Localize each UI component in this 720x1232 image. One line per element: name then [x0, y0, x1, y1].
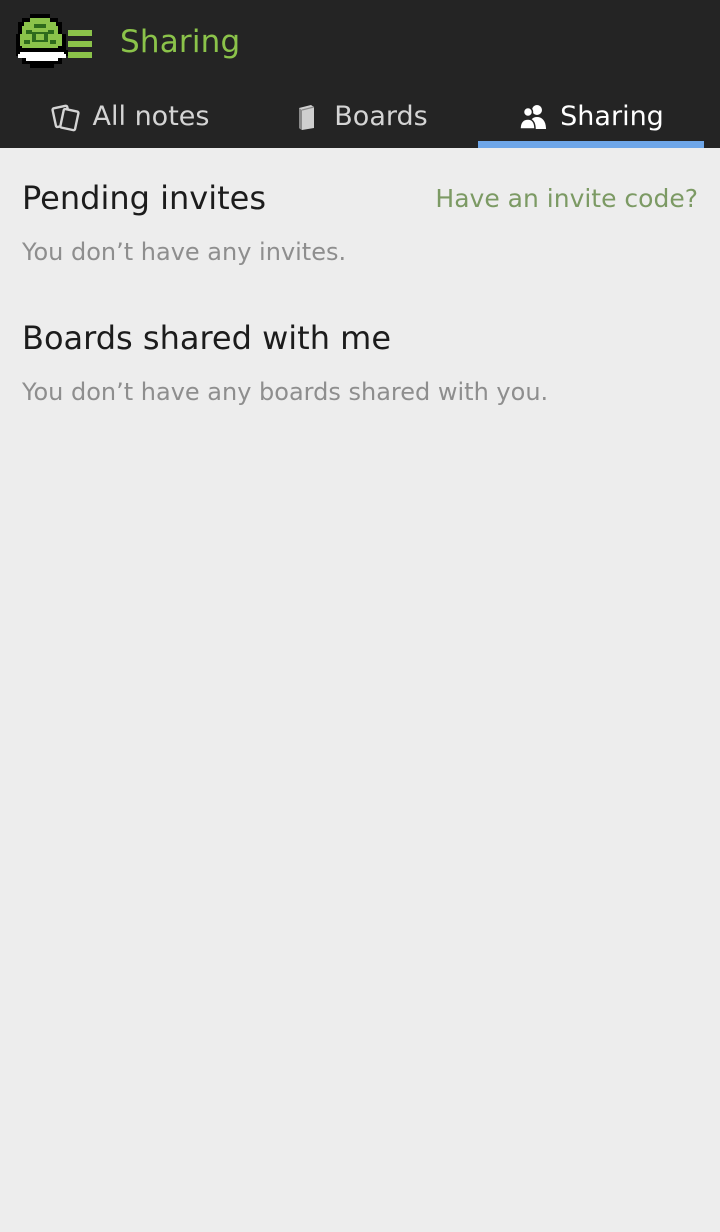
- tab-sharing[interactable]: Sharing: [478, 86, 704, 148]
- tab-all-notes-label: All notes: [92, 101, 210, 132]
- people-icon: [518, 102, 548, 132]
- boards-shared-heading: Boards shared with me: [22, 319, 391, 357]
- tab-boards[interactable]: Boards: [250, 86, 470, 148]
- have-invite-code-link[interactable]: Have an invite code?: [435, 183, 698, 215]
- tab-bar: All notes Boards Sharing: [0, 86, 720, 148]
- turtle-shell-menu-icon[interactable]: [12, 12, 96, 72]
- tab-boards-label: Boards: [334, 101, 428, 132]
- board-icon: [292, 102, 322, 132]
- app-bar: Sharing All notes Boards Sharing: [0, 0, 720, 148]
- app-title: Sharing: [120, 24, 241, 60]
- app-bar-top: Sharing: [0, 0, 720, 86]
- active-tab-indicator: [478, 141, 704, 148]
- tab-all-notes[interactable]: All notes: [20, 86, 240, 148]
- app-root: Sharing All notes Boards Sharing Pending…: [0, 0, 720, 1232]
- tab-sharing-label: Sharing: [560, 101, 664, 132]
- no-invites-message: You don’t have any invites.: [22, 238, 347, 266]
- no-shared-boards-message: You don’t have any boards shared with yo…: [22, 378, 549, 406]
- notes-icon: [50, 102, 81, 132]
- pending-invites-heading: Pending invites: [22, 179, 266, 217]
